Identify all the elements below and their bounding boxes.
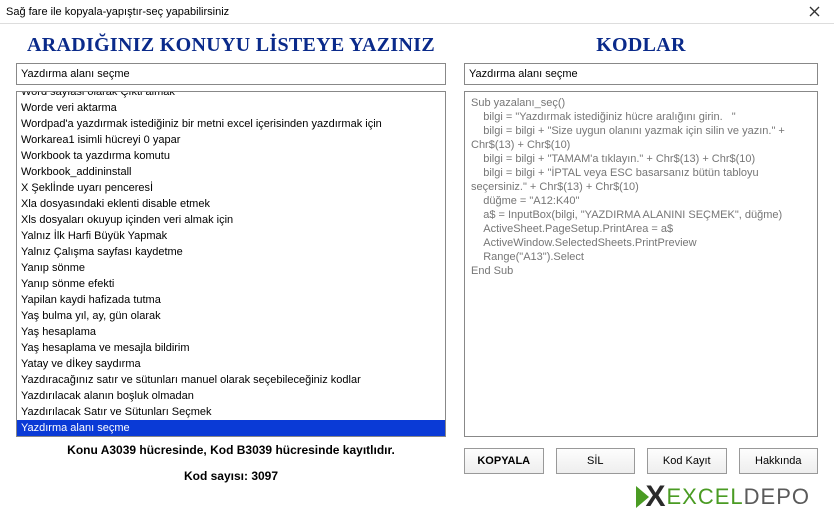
code-textarea[interactable]: Sub yazalanı_seç() bilgi = "Yazdırmak is… [464,91,818,437]
list-item[interactable]: Yalnız Çalışma sayfası kaydetme [17,244,445,260]
status-text: Konu A3039 hücresinde, Kod B3039 hücresi… [16,437,446,457]
list-item[interactable]: Workbook_addininstall [17,164,445,180]
list-item[interactable]: Yapilan kaydi hafizada tutma [17,292,445,308]
list-item[interactable]: Workbook ta yazdırma komutu [17,148,445,164]
list-item[interactable]: X Şeklİnde uyarı penceresİ [17,180,445,196]
topic-listbox[interactable]: Wmi windowsWord belgesi açmaWord de font… [16,91,446,437]
close-icon [809,6,820,17]
list-item[interactable]: Worde veri aktarma [17,100,445,116]
left-heading: ARADIĞINIZ KONUYU LİSTEYE YAZINIZ [16,30,446,63]
list-item[interactable]: Yaş hesaplama ve mesajla bildirim [17,340,445,356]
copy-button[interactable]: KOPYALA [464,448,544,474]
list-item[interactable]: Xls dosyaları okuyup içinden veri almak … [17,212,445,228]
list-item[interactable]: Yazdırılacak alanın boşluk olmadan [17,388,445,404]
list-item[interactable]: Yazdıracağınız satır ve sütunları manuel… [17,372,445,388]
search-input[interactable] [16,63,446,85]
list-item[interactable]: Yalnız İlk Harfi Büyük Yapmak [17,228,445,244]
list-item[interactable]: Wordpad'a yazdırmak istediğiniz bir metn… [17,116,445,132]
close-button[interactable] [800,2,828,22]
code-title-input[interactable] [464,63,818,85]
titlebar: Sağ fare ile kopyala-yapıştır-seç yapabi… [0,0,834,24]
count-text: Kod sayısı: 3097 [16,457,446,483]
save-code-button[interactable]: Kod Kayıt [647,448,727,474]
list-item[interactable]: Yanıp sönme [17,260,445,276]
window-title: Sağ fare ile kopyala-yapıştır-seç yapabi… [6,6,800,18]
delete-button[interactable]: SİL [556,448,636,474]
right-heading: KODLAR [464,30,818,63]
list-item[interactable]: Word sayfasi olarak Çıkti almak [17,91,445,100]
logo-x-glyph: X [645,480,664,514]
brand-logo: X EXCELDEPO [636,480,810,514]
list-item[interactable]: Yatay ve dİkey saydırma [17,356,445,372]
logo-text: EXCELDEPO [666,484,810,510]
list-item[interactable]: Xla dosyasındaki eklenti disable etmek [17,196,445,212]
button-row: KOPYALA SİL Kod Kayıt Hakkında [464,448,818,474]
list-item[interactable]: Yazdırma alanı seçme [17,420,445,436]
list-item[interactable]: Workarea1 isimli hücreyi 0 yapar [17,132,445,148]
list-item[interactable]: Yaş bulma yıl, ay, gün olarak [17,308,445,324]
list-item[interactable]: Yazdırılacak Satır ve Sütunları Seçmek [17,404,445,420]
list-item[interactable]: Yaş hesaplama [17,324,445,340]
about-button[interactable]: Hakkında [739,448,819,474]
list-item[interactable]: Yanıp sönme efekti [17,276,445,292]
